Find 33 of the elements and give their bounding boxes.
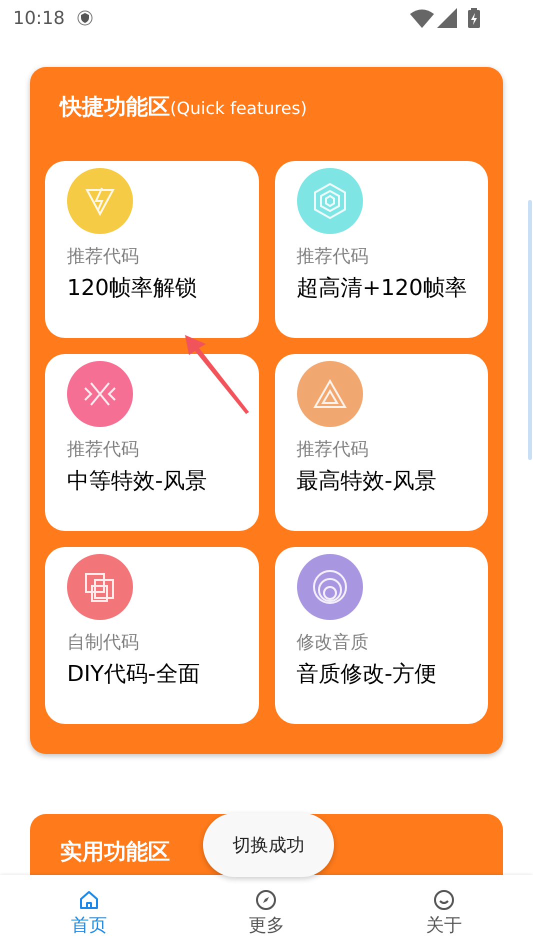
feature-tile[interactable]: 推荐代码 中等特效-风景 (45, 354, 258, 531)
feature-tile[interactable]: 修改音质 音质修改-方便 (274, 547, 488, 724)
nav-tab[interactable]: 关于 (355, 875, 533, 948)
battery-icon (468, 8, 480, 28)
tile-title: 120帧率解锁 (67, 275, 198, 303)
section-title: 实用功能区 (60, 840, 170, 865)
tile-label: 推荐代码 (67, 438, 140, 462)
tile-label: 自制代码 (67, 631, 140, 655)
feature-tile[interactable]: 推荐代码 超高清+120帧率 (274, 161, 488, 338)
smiley-icon (433, 888, 456, 910)
tile-title: 音质修改-方便 (296, 661, 438, 689)
status-time: 10:18 (13, 6, 65, 30)
tile-label: 修改音质 (296, 631, 370, 655)
tile-title: 最高特效-风景 (296, 468, 438, 496)
tile-label: 推荐代码 (296, 245, 370, 269)
tile-title: 中等特效-风景 (67, 468, 208, 496)
tile-title: 超高清+120帧率 (296, 275, 468, 303)
wifi-icon (410, 8, 434, 28)
compass-icon (255, 888, 278, 910)
toast: 切换成功 (203, 813, 334, 877)
tile-label: 推荐代码 (296, 438, 370, 462)
home-icon (78, 888, 100, 910)
tile-label: 推荐代码 (67, 245, 140, 269)
section-subtitle: (Quick features) (170, 98, 307, 121)
nav-tab[interactable]: 首页 (0, 875, 178, 948)
shield-icon (76, 10, 93, 26)
section-title: 快捷功能区 (60, 94, 170, 122)
feature-tile[interactable]: 推荐代码 120帧率解锁 (45, 161, 258, 338)
feature-tile[interactable]: 自制代码 DIY代码-全面 (45, 547, 258, 724)
signal-icon (437, 8, 457, 28)
nav-tab[interactable]: 更多 (178, 875, 356, 948)
feature-tile[interactable]: 推荐代码 最高特效-风景 (274, 354, 488, 531)
tile-title: DIY代码-全面 (67, 661, 201, 689)
